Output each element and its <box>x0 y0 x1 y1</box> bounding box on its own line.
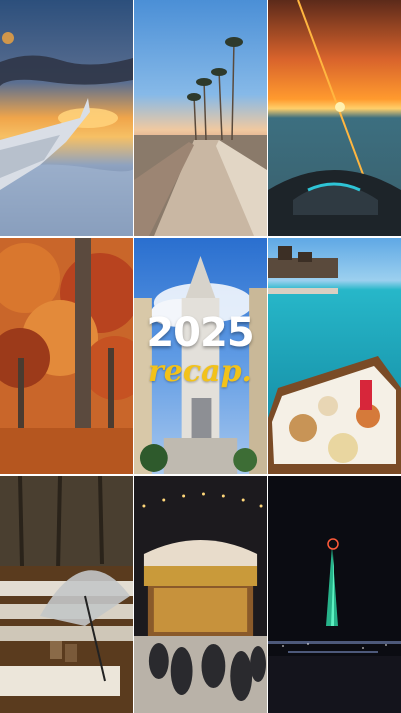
photo-palm-tree-pier-walkway <box>134 0 267 236</box>
photo-infinity-pool-breakfast-tray <box>268 238 401 474</box>
photo-collage: 2025 recap. <box>0 0 401 713</box>
photo-jetski-sunset-sea <box>268 0 401 236</box>
photo-church-blue-sky <box>134 238 267 474</box>
photo-autumn-forest <box>0 238 133 474</box>
photo-christmas-market-carousel <box>134 476 267 713</box>
photo-airplane-wing-sunset <box>0 0 133 236</box>
photo-night-lighted-tree-tower <box>268 476 401 713</box>
photo-rainy-park-bench-umbrella <box>0 476 133 713</box>
